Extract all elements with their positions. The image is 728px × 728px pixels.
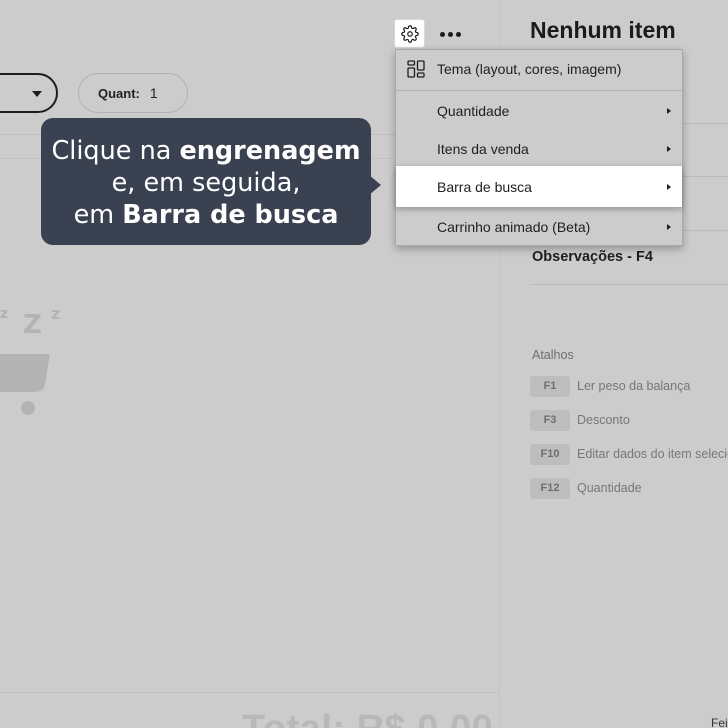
shortcut-row: F1 Ler peso da balança — [530, 375, 690, 397]
shortcut-row: F10 Editar dados do item selecionado — [530, 443, 728, 465]
menu-item-quantity[interactable]: Quantidade — [396, 91, 682, 131]
menu-item-search-bar[interactable]: Barra de busca — [396, 166, 682, 207]
divider — [530, 284, 728, 285]
tutorial-tooltip: Clique na engrenagem e, em seguida, em B… — [41, 118, 371, 245]
shortcut-label: Desconto — [577, 413, 630, 427]
menu-item-label: Quantidade — [437, 103, 510, 119]
menu-item-theme[interactable]: Tema (layout, cores, imagem) — [396, 50, 682, 88]
product-select[interactable] — [0, 73, 58, 113]
shortcuts-title: Atalhos — [532, 348, 574, 362]
menu-item-label: Tema (layout, cores, imagem) — [437, 61, 622, 77]
dot — [448, 31, 453, 37]
empty-cart-icon — [0, 354, 50, 415]
layout-icon — [407, 60, 425, 78]
settings-menu: Tema (layout, cores, imagem) Quantidade … — [395, 49, 683, 246]
tooltip-text: Clique na — [51, 135, 180, 166]
shortcut-key: F3 — [530, 409, 570, 431]
shortcut-label: Quantidade — [577, 481, 642, 495]
shortcut-label: Ler peso da balança — [577, 379, 691, 393]
menu-item-label: Itens da venda — [437, 141, 529, 157]
dot — [440, 31, 445, 37]
quantity-value[interactable]: 1 — [150, 85, 158, 101]
tooltip-pointer — [369, 175, 381, 195]
tooltip-highlight: Barra de busca — [122, 199, 339, 230]
shortcut-key: F12 — [530, 477, 570, 499]
tooltip-highlight: engrenagem — [179, 135, 361, 166]
shortcut-key: F1 — [530, 375, 570, 397]
observations-label[interactable]: Observações - F4 — [532, 249, 653, 265]
total-amount: Total: R$ 0,00 — [242, 708, 493, 728]
dot — [456, 31, 461, 37]
more-options-button[interactable] — [440, 28, 468, 40]
menu-item-label: Barra de busca — [437, 178, 532, 195]
caret-down-icon — [32, 91, 42, 97]
submenu-arrow-icon — [667, 146, 671, 152]
menu-item-label: Carrinho animado (Beta) — [437, 219, 591, 235]
menu-item-sale-items[interactable]: Itens da venda — [396, 131, 682, 167]
shortcut-key: F10 — [530, 443, 570, 465]
tooltip-line-3: em Barra de busca — [74, 199, 339, 231]
gear-icon — [400, 24, 419, 43]
cart-title: Nenhum item — [530, 17, 676, 43]
tooltip-line-1: Clique na engrenagem — [51, 135, 360, 167]
quantity-label: Quant: — [98, 85, 140, 101]
divider — [0, 692, 499, 693]
submenu-arrow-icon — [667, 108, 671, 114]
tooltip-text: em — [73, 199, 123, 230]
tooltip-line-2: e, em seguida, — [111, 167, 301, 198]
footer-fragment: Fei — [711, 716, 728, 728]
quantity-field[interactable]: Quant: 1 — [78, 73, 188, 113]
shortcut-label: Editar dados do item selecionado — [577, 447, 728, 461]
submenu-arrow-icon — [667, 224, 671, 230]
shortcut-row: F12 Quantidade — [530, 477, 642, 499]
settings-button[interactable] — [394, 19, 425, 48]
submenu-arrow-icon — [667, 183, 671, 190]
shortcut-row: F3 Desconto — [530, 409, 630, 431]
menu-item-animated-cart[interactable]: Carrinho animado (Beta) — [396, 208, 682, 246]
